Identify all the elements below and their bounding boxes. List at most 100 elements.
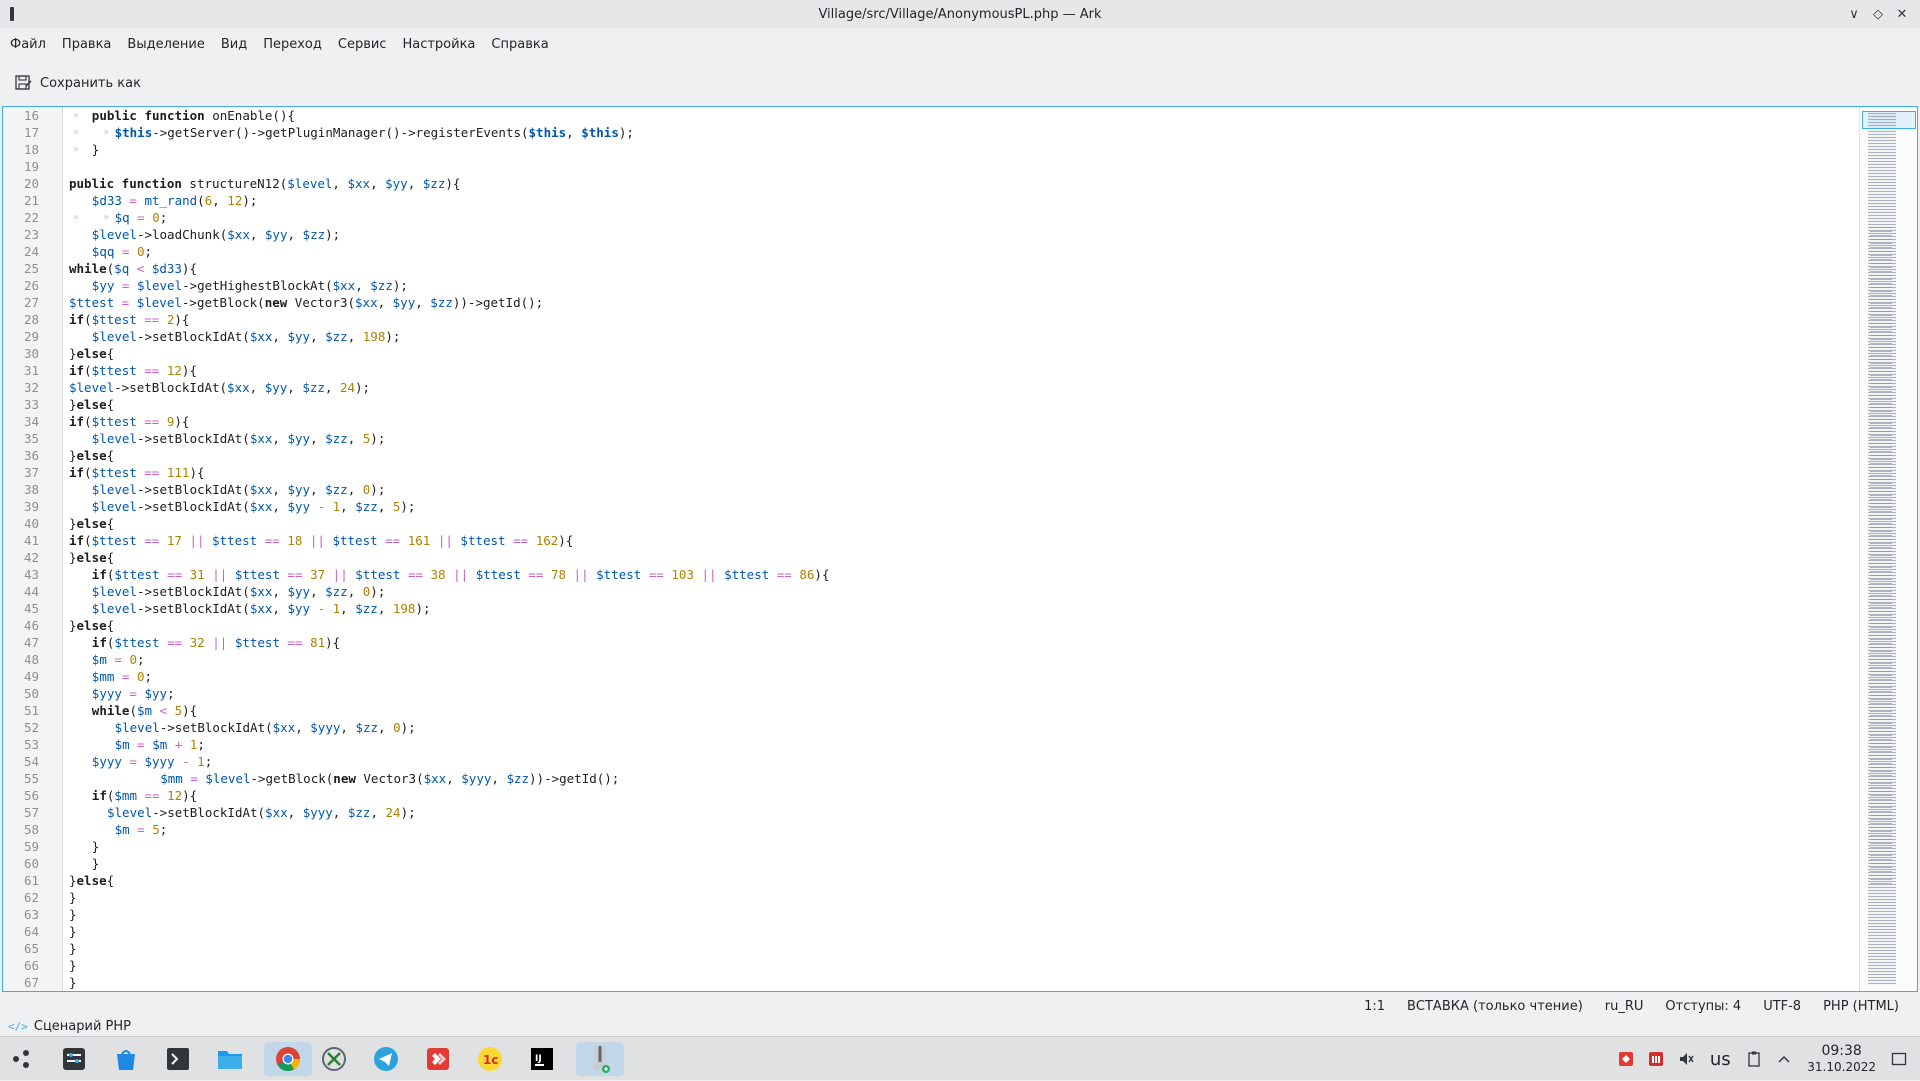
code-line: 47 if($ttest == 32 || $ttest == 81){ xyxy=(3,634,1859,651)
anydesk-icon[interactable] xyxy=(420,1042,456,1076)
code-line: 46 }else{ xyxy=(3,617,1859,634)
line-number: 56 xyxy=(23,788,39,803)
line-number: 26 xyxy=(23,278,39,293)
line-number: 39 xyxy=(23,499,39,514)
menu-item-7[interactable]: Справка xyxy=(483,37,556,52)
minimap-scrollbar[interactable] xyxy=(1859,107,1917,991)
dolphin-icon[interactable] xyxy=(212,1042,248,1076)
menu-item-6[interactable]: Настройка xyxy=(394,37,483,52)
code-line: 44 $level->setBlockIdAt($xx, $yy, $zz, 0)… xyxy=(3,583,1859,600)
code-text: $m = 5; xyxy=(114,822,168,837)
line-number: 38 xyxy=(23,482,39,497)
code-line: 37 if($ttest == 111){ xyxy=(3,464,1859,481)
code-line: 62} xyxy=(3,889,1859,906)
menu-item-2[interactable]: Выделение xyxy=(119,37,212,52)
code-text: }else{ xyxy=(69,618,115,633)
line-number: 28 xyxy=(23,312,39,327)
volume-muted-icon[interactable] xyxy=(1675,1048,1697,1070)
line-number: 67 xyxy=(23,975,39,990)
code-text: }else{ xyxy=(69,550,115,565)
1c-icon[interactable]: 1c xyxy=(472,1042,508,1076)
code-editor[interactable]: 16 » public function onEnable(){17 » » $this-… xyxy=(2,106,1918,992)
menu-item-0[interactable]: Файл xyxy=(2,37,54,52)
crossover-icon[interactable] xyxy=(316,1042,352,1076)
svg-text:1c: 1c xyxy=(483,1053,498,1067)
line-number: 23 xyxy=(23,227,39,242)
line-number: 18 xyxy=(23,142,39,157)
menu-item-3[interactable]: Вид xyxy=(213,37,255,52)
line-number: 44 xyxy=(23,584,39,599)
code-line: 23 $level->loadChunk($xx, $yy, $zz); xyxy=(3,226,1859,243)
minimize-icon[interactable]: ∨ xyxy=(1842,7,1866,22)
line-number: 19 xyxy=(23,159,39,174)
close-icon[interactable]: ✕ xyxy=(1890,7,1914,22)
line-number: 34 xyxy=(23,414,39,429)
code-line: 55 $mm = $level->getBlock(new Vector3($xx… xyxy=(3,770,1859,787)
telegram-icon[interactable] xyxy=(368,1042,404,1076)
clipboard-icon[interactable] xyxy=(1743,1048,1765,1070)
anydesk-tray-icon[interactable] xyxy=(1615,1048,1637,1070)
line-number: 43 xyxy=(23,567,39,582)
line-number: 33 xyxy=(23,397,39,412)
keyboard-layout[interactable]: us xyxy=(1705,1048,1735,1070)
syntax-mode[interactable]: PHP (HTML) xyxy=(1812,999,1910,1014)
cursor-position[interactable]: 1:1 xyxy=(1353,999,1396,1014)
code-text: $level->setBlockIdAt($xx, $yyy, $zz, 24)… xyxy=(107,805,416,820)
code-text: $level->setBlockIdAt($xx, $yy, $zz, 0); xyxy=(91,482,386,497)
menu-item-5[interactable]: Сервис xyxy=(330,37,395,52)
code-text: }else{ xyxy=(69,346,115,361)
chrome-icon[interactable] xyxy=(264,1042,312,1076)
minimap-viewport[interactable] xyxy=(1862,111,1916,129)
code-text: if($ttest == 111){ xyxy=(69,465,205,480)
toolbar: Сохранить как xyxy=(0,66,1920,100)
code-line: 43 if($ttest == 31 || $ttest == 37 || $tt… xyxy=(3,566,1859,583)
code-line: 39 $level->setBlockIdAt($xx, $yy - 1, $zz… xyxy=(3,498,1859,515)
line-number: 55 xyxy=(23,771,39,786)
code-text: $level->setBlockIdAt($xx, $yy, $zz, 5); xyxy=(91,431,386,446)
code-text: $this->getServer()->getPluginManager()->… xyxy=(114,125,634,140)
menu-item-4[interactable]: Переход xyxy=(255,37,330,52)
input-mode[interactable]: ВСТАВКА (только чтение) xyxy=(1396,999,1594,1014)
indentation-setting[interactable]: Отступы: 4 xyxy=(1654,999,1752,1014)
show-desktop-icon[interactable] xyxy=(1888,1048,1910,1070)
code-text: $mm = $level->getBlock(new Vector3($xx, … xyxy=(160,771,620,786)
menu-item-1[interactable]: Правка xyxy=(54,37,119,52)
encoding[interactable]: UTF-8 xyxy=(1752,999,1812,1014)
code-text: $level->setBlockIdAt($xx, $yy - 1, $zz, … xyxy=(91,499,416,514)
line-number: 42 xyxy=(23,550,39,565)
code-line: 66} xyxy=(3,957,1859,974)
code-line: 38 $level->setBlockIdAt($xx, $yy, $zz, 0)… xyxy=(3,481,1859,498)
maximize-icon[interactable]: ◇ xyxy=(1866,7,1890,22)
taskbar: 1c IJ us 09:38 31.10.2022 xyxy=(0,1036,1920,1080)
app-launcher-icon[interactable] xyxy=(4,1042,40,1076)
window-controls: ∨ ◇ ✕ xyxy=(1842,0,1914,28)
system-settings-icon[interactable] xyxy=(56,1042,92,1076)
code-line: 28 if($ttest == 2){ xyxy=(3,311,1859,328)
chevron-up-icon[interactable] xyxy=(1773,1048,1795,1070)
code-line: 16 » public function onEnable(){ xyxy=(3,107,1859,124)
code-line: 30}else{ xyxy=(3,345,1859,362)
code-line: 19 xyxy=(3,158,1859,175)
code-text: }else{ xyxy=(69,448,115,463)
line-number: 57 xyxy=(23,805,39,820)
intellij-icon[interactable]: IJ xyxy=(524,1042,560,1076)
ark-icon[interactable] xyxy=(576,1042,624,1076)
code-text: $yyy = $yyy - 1; xyxy=(91,754,213,769)
code-text: }else{ xyxy=(69,873,115,888)
code-line: 40}else{ xyxy=(3,515,1859,532)
discover-icon[interactable] xyxy=(108,1042,144,1076)
tab-marker: » xyxy=(73,127,80,138)
mega-tray-icon[interactable] xyxy=(1645,1048,1667,1070)
code-text: } xyxy=(69,958,77,973)
code-line: 29 $level->setBlockIdAt($xx, $yy, $zz, 19… xyxy=(3,328,1859,345)
save-as-button[interactable]: Сохранить как xyxy=(14,74,141,92)
konsole-icon[interactable] xyxy=(160,1042,196,1076)
line-number: 35 xyxy=(23,431,39,446)
code-text: $d33 = mt_rand(6, 12); xyxy=(91,193,258,208)
clock[interactable]: 09:38 31.10.2022 xyxy=(1807,1043,1876,1075)
code-line: 17 » » $this->getServer()->getPluginManager… xyxy=(3,124,1859,141)
code-text: }else{ xyxy=(69,397,115,412)
tab-marker: » xyxy=(73,144,80,155)
dictionary-language[interactable]: ru_RU xyxy=(1594,999,1655,1014)
line-number: 46 xyxy=(23,618,39,633)
